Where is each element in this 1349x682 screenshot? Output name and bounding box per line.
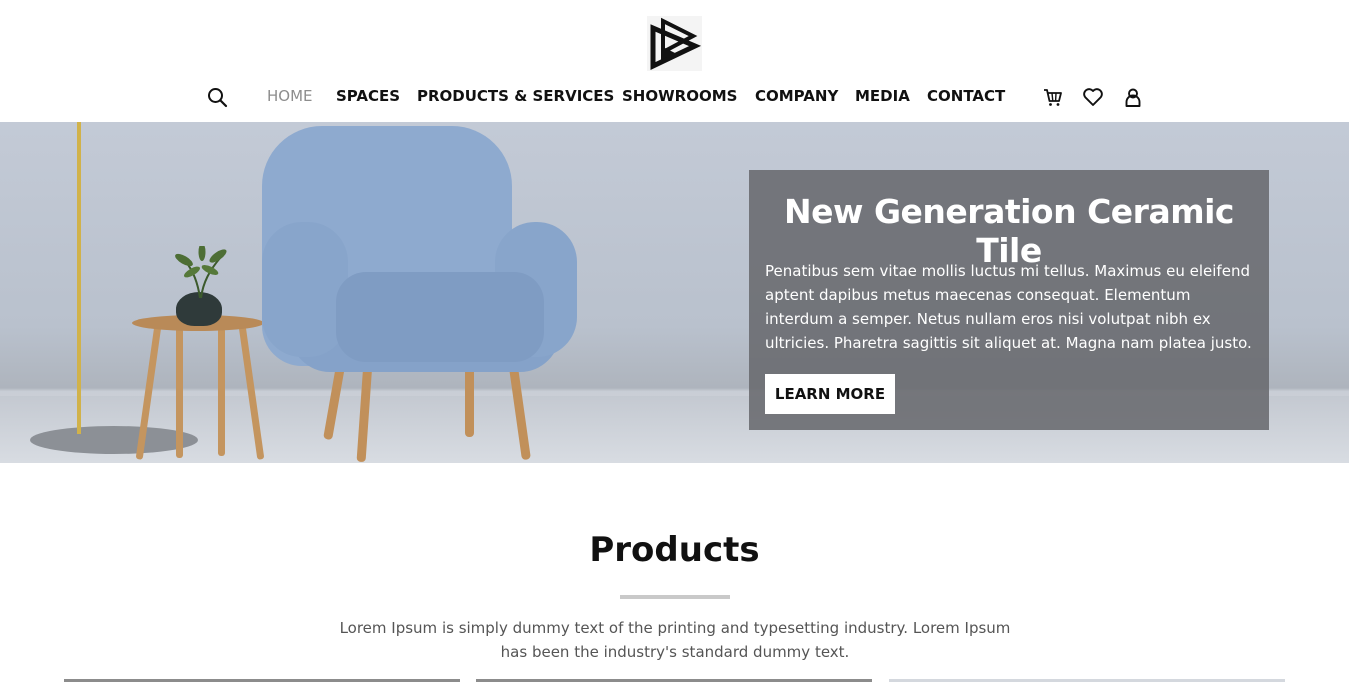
chair-leg: [465, 362, 474, 437]
brand-logo[interactable]: [647, 16, 702, 71]
side-table-leg: [218, 328, 225, 456]
hero-text: Penatibus sem vitae mollis luctus mi tel…: [765, 262, 1252, 352]
section-divider: [620, 595, 730, 599]
nav-home[interactable]: HOME: [267, 87, 313, 105]
side-table-leg: [176, 328, 183, 458]
plant-icon: [175, 246, 227, 298]
user-icon[interactable]: [1122, 86, 1144, 108]
floor-lamp-base: [30, 426, 198, 454]
site-header: HOME SPACES PRODUCTS & SERVICES SHOWROOM…: [0, 0, 1349, 122]
floor-lamp-pole: [77, 122, 81, 434]
hero-card: New Generation Ceramic Tile Penatibus se…: [749, 170, 1269, 430]
products-description: Lorem Ipsum is simply dummy text of the …: [339, 619, 1011, 661]
main-nav: HOME SPACES PRODUCTS & SERVICES SHOWROOM…: [0, 84, 1349, 110]
nav-spaces[interactable]: SPACES: [336, 87, 400, 105]
nav-products-services[interactable]: PRODUCTS & SERVICES: [417, 87, 614, 105]
nav-contact[interactable]: CONTACT: [927, 87, 1005, 105]
heart-icon[interactable]: [1082, 86, 1104, 108]
logo-icon: [650, 17, 702, 70]
nav-company[interactable]: COMPANY: [755, 87, 838, 105]
nav-media[interactable]: MEDIA: [855, 87, 910, 105]
search-icon[interactable]: [206, 86, 228, 108]
armchair-seat: [336, 272, 544, 362]
nav-showrooms[interactable]: SHOWROOMS: [622, 87, 737, 105]
armchair-arm-left: [262, 222, 348, 357]
hero-banner: New Generation Ceramic Tile Penatibus se…: [0, 122, 1349, 463]
cart-icon[interactable]: [1042, 86, 1064, 108]
products-title: Products: [589, 530, 760, 570]
learn-more-button[interactable]: LEARN MORE: [765, 374, 895, 414]
